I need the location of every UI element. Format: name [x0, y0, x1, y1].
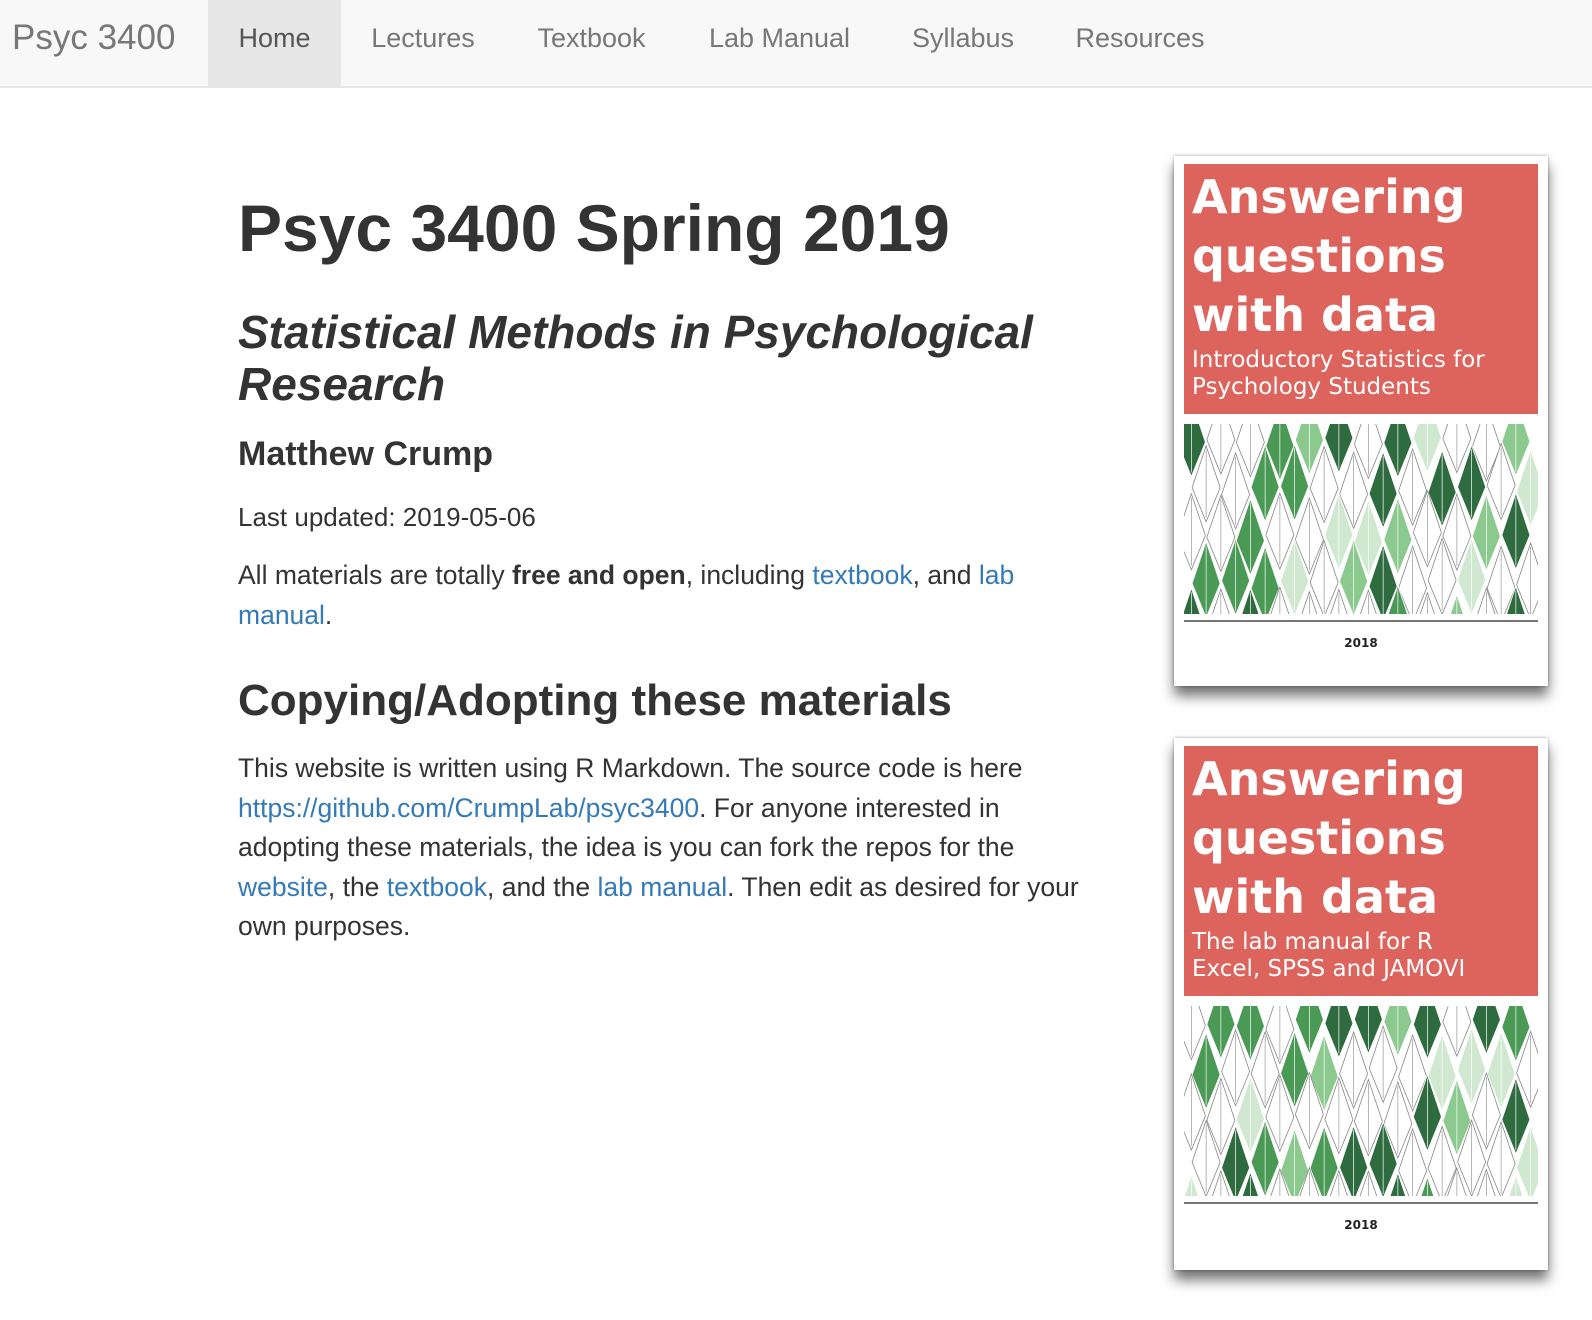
cover-header: Answering questions with data The lab ma…	[1184, 746, 1538, 996]
textbook-repo-link[interactable]: textbook	[387, 872, 487, 902]
section-text: This website is written using R Markdown…	[238, 753, 1023, 783]
nav-item-lab-manual[interactable]: Lab Manual	[678, 0, 881, 86]
main-content: Psyc 3400 Spring 2019 Statistical Method…	[238, 150, 1088, 947]
nav-item-lectures[interactable]: Lectures	[341, 0, 505, 86]
textbook-link[interactable]: textbook	[812, 560, 912, 590]
navbar: Psyc 3400 Home Lectures Textbook Lab Man…	[0, 0, 1592, 88]
lab-manual-repo-link[interactable]: lab manual	[598, 872, 728, 902]
lab-manual-cover[interactable]: Answering questions with data The lab ma…	[1174, 738, 1548, 1270]
cover-subtitle: Introductory Statistics for Psychology S…	[1192, 347, 1485, 400]
section-text: , and the	[486, 871, 598, 902]
page-subtitle: Statistical Methods in Psychological Res…	[238, 306, 1033, 410]
cover-title: Answering questions with data	[1192, 170, 1466, 342]
intro-text: , and	[912, 560, 979, 590]
cover-divider	[1184, 1202, 1538, 1204]
forest-pattern-image	[1184, 1006, 1538, 1196]
repo-link[interactable]: https://github.com/CrumpLab/psyc3400	[238, 793, 699, 823]
intro-text: .	[324, 599, 333, 630]
cover-subtitle: The lab manual for R Excel, SPSS and JAM…	[1192, 929, 1466, 982]
last-updated: Last updated: 2019-05-06	[238, 502, 536, 532]
textbook-cover[interactable]: Answering questions with data Introducto…	[1174, 156, 1548, 686]
cover-title: Answering questions with data	[1192, 752, 1466, 924]
intro-text: , including	[685, 560, 813, 590]
cover-year: 2018	[1344, 636, 1378, 650]
nav-item-textbook[interactable]: Textbook	[505, 0, 678, 86]
section-heading: Copying/Adopting these materials	[238, 676, 952, 725]
intro-text: All materials are totally	[238, 560, 512, 590]
nav-item-home[interactable]: Home	[208, 0, 341, 86]
section-text: , the	[327, 871, 387, 902]
website-link[interactable]: website	[238, 872, 328, 902]
page-title: Psyc 3400 Spring 2019	[238, 191, 950, 265]
intro-bold-text: free and open	[511, 560, 686, 590]
cover-header: Answering questions with data Introducto…	[1184, 164, 1538, 414]
nav-item-syllabus[interactable]: Syllabus	[881, 0, 1045, 86]
author-name: Matthew Crump	[238, 435, 493, 473]
nav-item-resources[interactable]: Resources	[1045, 0, 1235, 86]
section-paragraph: This website is written using R Markdown…	[238, 749, 1088, 947]
navbar-brand[interactable]: Psyc 3400	[12, 0, 175, 76]
intro-paragraph: All materials are totally free and open,…	[238, 556, 1088, 635]
cover-divider	[1184, 620, 1538, 622]
cover-year: 2018	[1344, 1218, 1378, 1232]
forest-pattern-image	[1184, 424, 1538, 614]
